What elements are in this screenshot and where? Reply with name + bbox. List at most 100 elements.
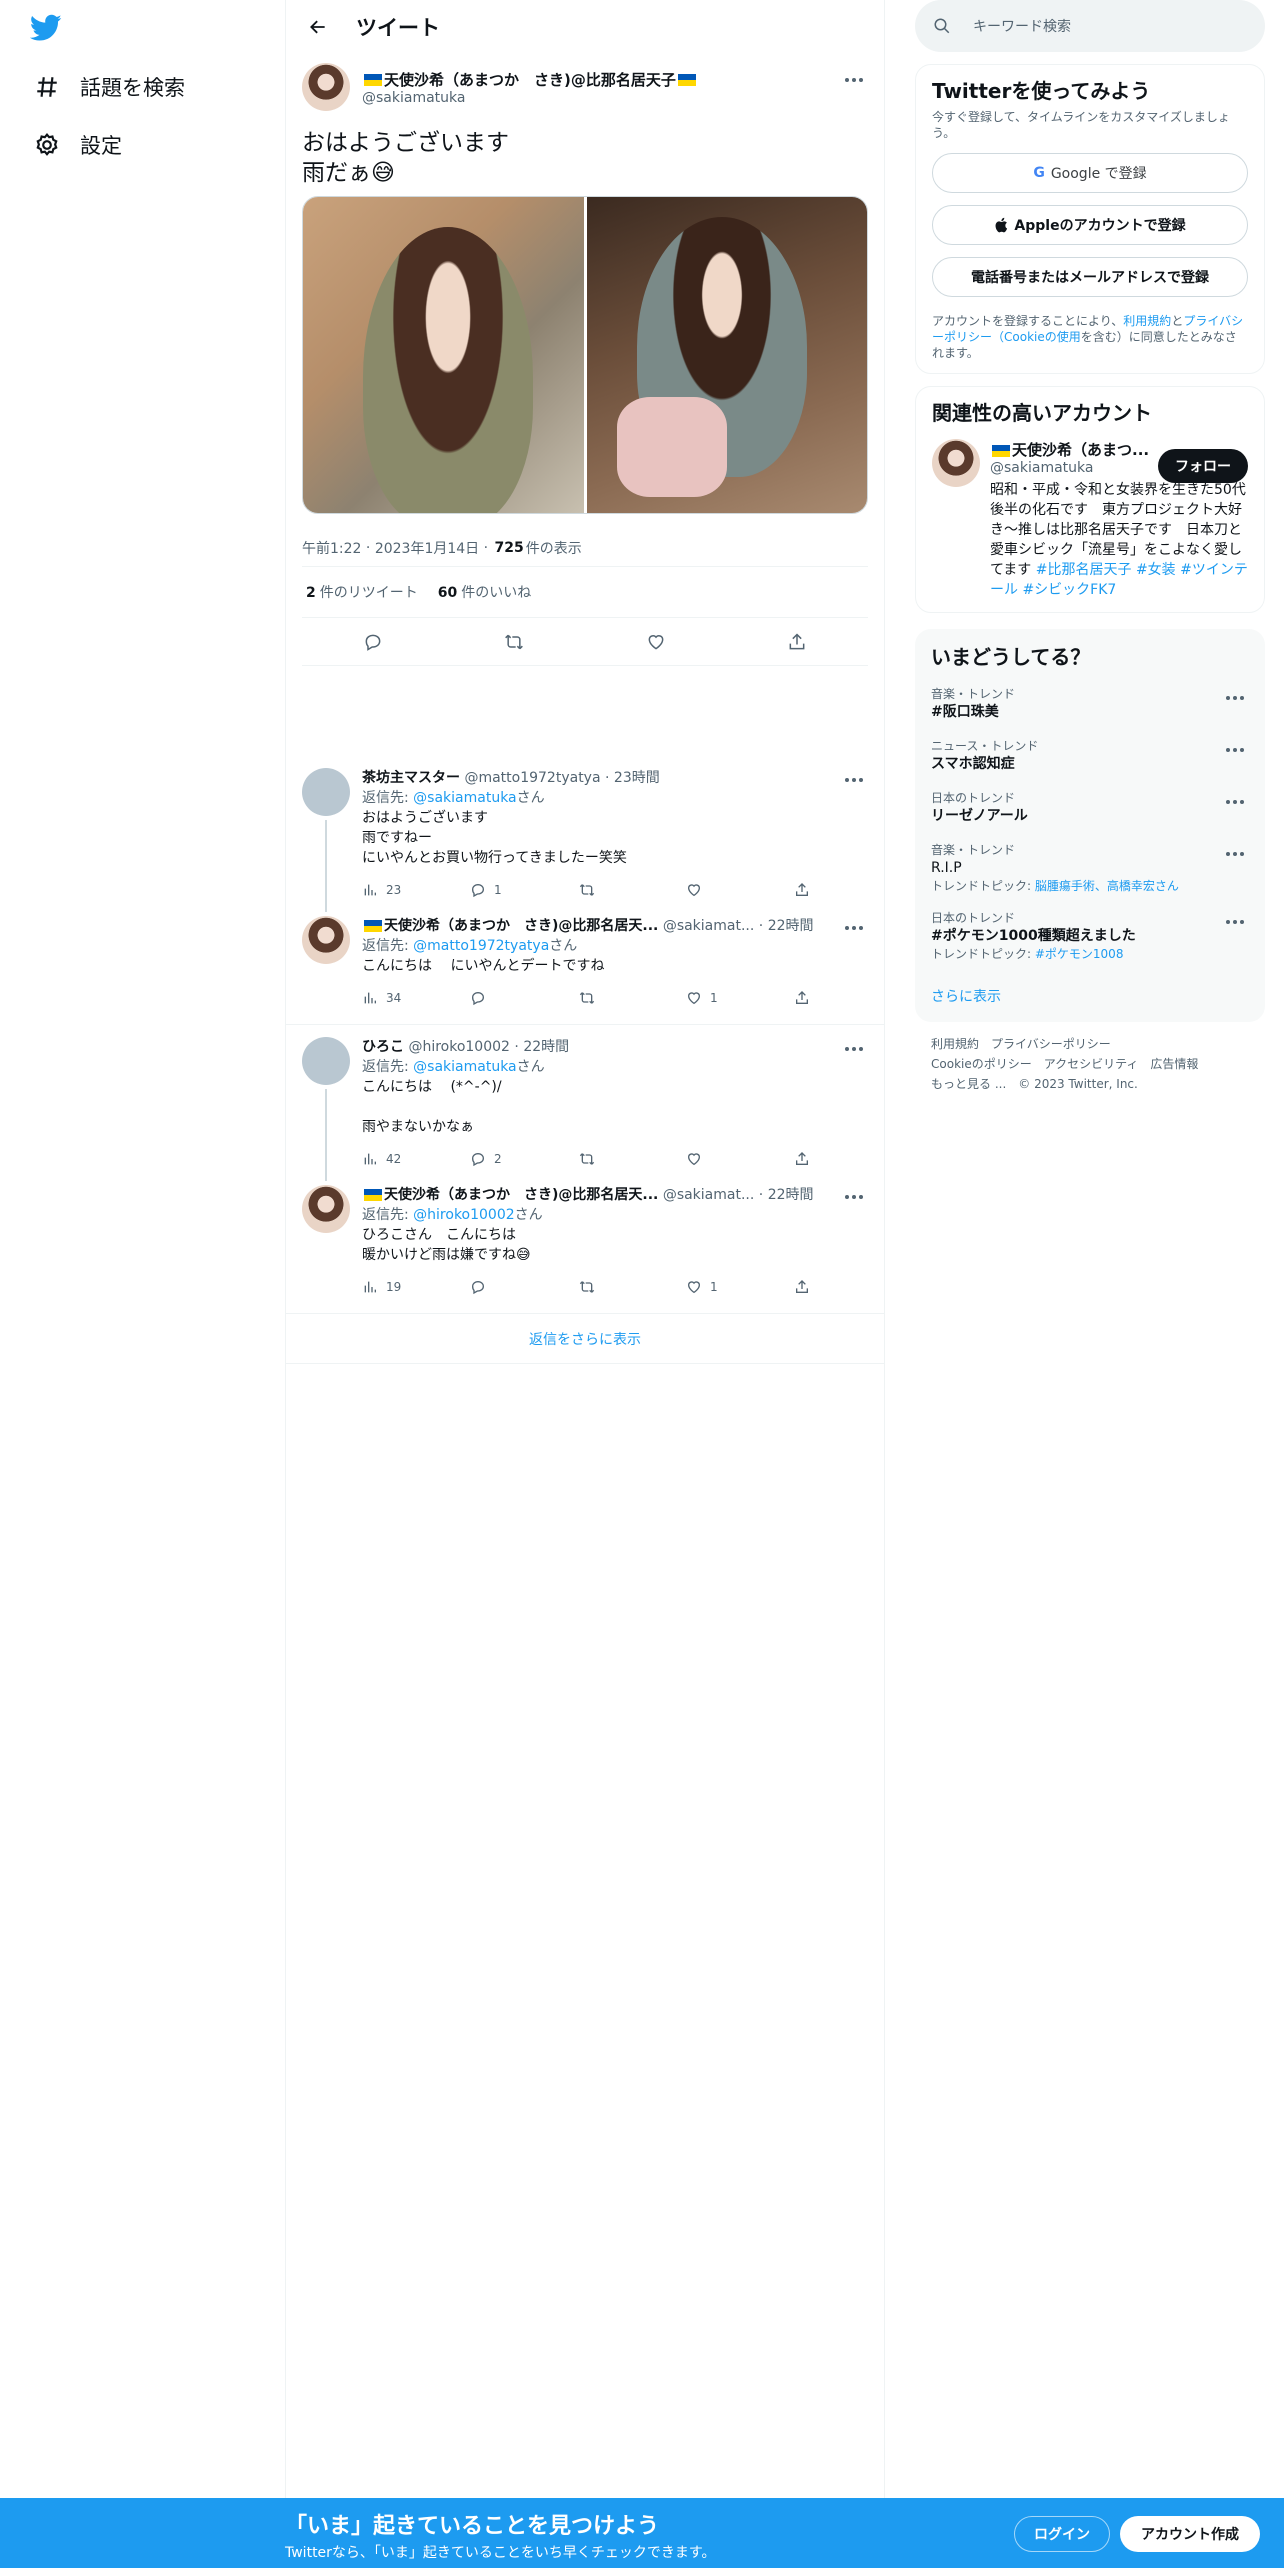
like-button[interactable] (686, 882, 794, 898)
author-name[interactable]: 天使沙希（あまつか さき)@比那名居天子 (362, 69, 698, 90)
avatar[interactable] (302, 916, 350, 964)
reply-time[interactable]: 22時間 (523, 1039, 569, 1055)
views-icon (364, 1281, 376, 1293)
more-icon[interactable] (1221, 790, 1249, 814)
reply-button[interactable]: 2 (470, 1151, 578, 1167)
like-icon[interactable] (638, 624, 674, 660)
retweet-count[interactable]: 2 件のリツイート (306, 582, 418, 602)
tweet-photo-1[interactable] (303, 197, 584, 513)
reply-author-handle[interactable]: @hiroko10002 (408, 1039, 510, 1055)
avatar[interactable] (932, 439, 980, 487)
retweet-button[interactable] (578, 1279, 686, 1295)
views-button[interactable]: 19 (362, 1279, 470, 1295)
reply-to-link[interactable]: @hiroko10002 (413, 1207, 515, 1223)
phone-email-signup-button[interactable]: 電話番号またはメールアドレスで登録 (932, 257, 1248, 297)
share-button[interactable] (794, 1151, 810, 1167)
footer-more[interactable]: もっと見る ... (931, 1077, 1006, 1091)
reply-author-name[interactable]: 天使沙希（あまつか さき)@比那名居天... (384, 918, 658, 934)
signup-button[interactable]: アカウント作成 (1120, 2516, 1260, 2552)
retweet-icon[interactable] (496, 624, 532, 660)
avatar[interactable] (302, 1037, 350, 1085)
tweet-date[interactable]: 2023年1月14日 (375, 538, 479, 558)
more-icon[interactable] (1221, 686, 1249, 710)
trends-show-more[interactable]: さらに表示 (931, 986, 1249, 1010)
views-button[interactable]: 42 (362, 1151, 470, 1167)
footer-cookie[interactable]: Cookieのポリシー (931, 1057, 1032, 1071)
trend-item[interactable]: ニュース・トレンド スマホ認知症 (931, 738, 1249, 774)
reply-author-handle[interactable]: @sakiamat... (663, 1187, 755, 1203)
reply-to-link[interactable]: @matto1972tyatya (413, 938, 549, 954)
reply-button[interactable] (470, 990, 578, 1006)
like-count[interactable]: 60 件のいいね (438, 582, 531, 602)
footer-accessibility[interactable]: アクセシビリティ (1044, 1057, 1139, 1071)
search-icon (933, 17, 951, 35)
tweet-time[interactable]: 午前1:22 (302, 538, 361, 558)
reply-to-link[interactable]: @sakiamatuka (413, 1059, 516, 1075)
related-name[interactable]: 天使沙希（あまつ... (1012, 441, 1149, 459)
retweet-button[interactable] (578, 990, 686, 1006)
trend-item[interactable]: 日本のトレンド リーゼノアール (931, 790, 1249, 826)
follow-button[interactable]: フォロー (1158, 449, 1248, 483)
trend-item[interactable]: 日本のトレンド #ポケモン1000種類超えました トレンドトピック: #ポケモン… (931, 910, 1249, 962)
reply-author-name[interactable]: 茶坊主マスター (362, 770, 460, 786)
share-button[interactable] (794, 1279, 810, 1295)
footer-ads[interactable]: 広告情報 (1150, 1057, 1198, 1071)
trend-topic-link[interactable]: 脳腫瘍手術、高橋幸宏さん (1035, 879, 1179, 893)
reply-icon[interactable] (355, 624, 391, 660)
trend-item[interactable]: 音楽・トレンド #阪口珠美 (931, 686, 1249, 722)
retweet-button[interactable] (578, 882, 686, 898)
search-input[interactable]: キーワード検索 (915, 0, 1265, 52)
author-handle[interactable]: @sakiamatuka (362, 90, 698, 106)
trend-item[interactable]: 音楽・トレンド R.I.P トレンドトピック: 脳腫瘍手術、高橋幸宏さん (931, 842, 1249, 894)
views-button[interactable]: 23 (362, 882, 470, 898)
footer-terms[interactable]: 利用規約 (931, 1037, 979, 1051)
reply-to: 返信先: @matto1972tyatyaさん (362, 938, 578, 954)
more-icon[interactable] (840, 1185, 868, 1209)
reply-time[interactable]: 22時間 (768, 1187, 814, 1203)
more-icon[interactable] (840, 916, 868, 940)
twitter-logo-icon[interactable] (29, 14, 66, 44)
show-more-replies-button[interactable]: 返信をさらに表示 (286, 1314, 884, 1364)
reply-tweet[interactable]: 天使沙希（あまつか さき)@比那名居天... @sakiamat... · 22… (286, 912, 884, 1025)
reply-button[interactable]: 1 (470, 882, 578, 898)
reply-time[interactable]: 22時間 (768, 918, 814, 934)
share-button[interactable] (794, 990, 810, 1006)
like-button[interactable]: 1 (686, 990, 794, 1006)
retweet-button[interactable] (578, 1151, 686, 1167)
more-icon[interactable] (1221, 910, 1249, 934)
google-signup-button[interactable]: G Google で登録 (932, 153, 1248, 193)
signup-card: Twitterを使ってみよう 今すぐ登録して、タイムラインをカスタマイズしましょ… (915, 64, 1265, 374)
share-icon[interactable] (779, 624, 815, 660)
footer-privacy[interactable]: プライバシーポリシー (991, 1037, 1111, 1051)
trend-topic-link[interactable]: #ポケモン1008 (1035, 947, 1124, 961)
avatar[interactable] (302, 1185, 350, 1233)
more-icon[interactable] (840, 1037, 868, 1061)
avatar[interactable] (302, 768, 350, 816)
reply-author-name[interactable]: 天使沙希（あまつか さき)@比那名居天... (384, 1187, 658, 1203)
apple-signup-button[interactable]: Appleのアカウントで登録 (932, 205, 1248, 245)
reply-author-name[interactable]: ひろこ (362, 1039, 404, 1055)
more-icon[interactable] (1221, 842, 1249, 866)
reply-tweet[interactable]: ひろこ @hiroko10002 · 22時間 返信先: @sakiamatuk… (286, 1025, 884, 1181)
nav-settings[interactable]: 設定 (32, 125, 122, 165)
reply-author-handle[interactable]: @sakiamat... (663, 918, 755, 934)
reply-tweet[interactable]: 天使沙希（あまつか さき)@比那名居天... @sakiamat... · 22… (286, 1181, 884, 1314)
like-button[interactable]: 1 (686, 1279, 794, 1295)
more-icon[interactable] (840, 768, 868, 792)
avatar[interactable] (302, 63, 350, 111)
like-button[interactable] (686, 1151, 794, 1167)
reply-to-link[interactable]: @sakiamatuka (413, 790, 516, 806)
nav-explore[interactable]: 話題を検索 (32, 67, 185, 107)
more-icon[interactable] (1221, 738, 1249, 762)
reply-tweet[interactable]: 茶坊主マスター @matto1972tyatya · 23時間 返信先: @sa… (286, 768, 884, 912)
reply-button[interactable] (470, 1279, 578, 1295)
reply-time[interactable]: 23時間 (614, 770, 660, 786)
terms-link[interactable]: 利用規約 (1123, 314, 1171, 328)
views-button[interactable]: 34 (362, 990, 470, 1006)
tweet-photo-2[interactable] (586, 197, 867, 513)
more-icon[interactable] (840, 68, 868, 92)
back-arrow-icon[interactable] (300, 9, 336, 45)
reply-author-handle[interactable]: @matto1972tyatya (464, 770, 600, 786)
share-button[interactable] (794, 882, 810, 898)
login-button[interactable]: ログイン (1014, 2516, 1110, 2552)
